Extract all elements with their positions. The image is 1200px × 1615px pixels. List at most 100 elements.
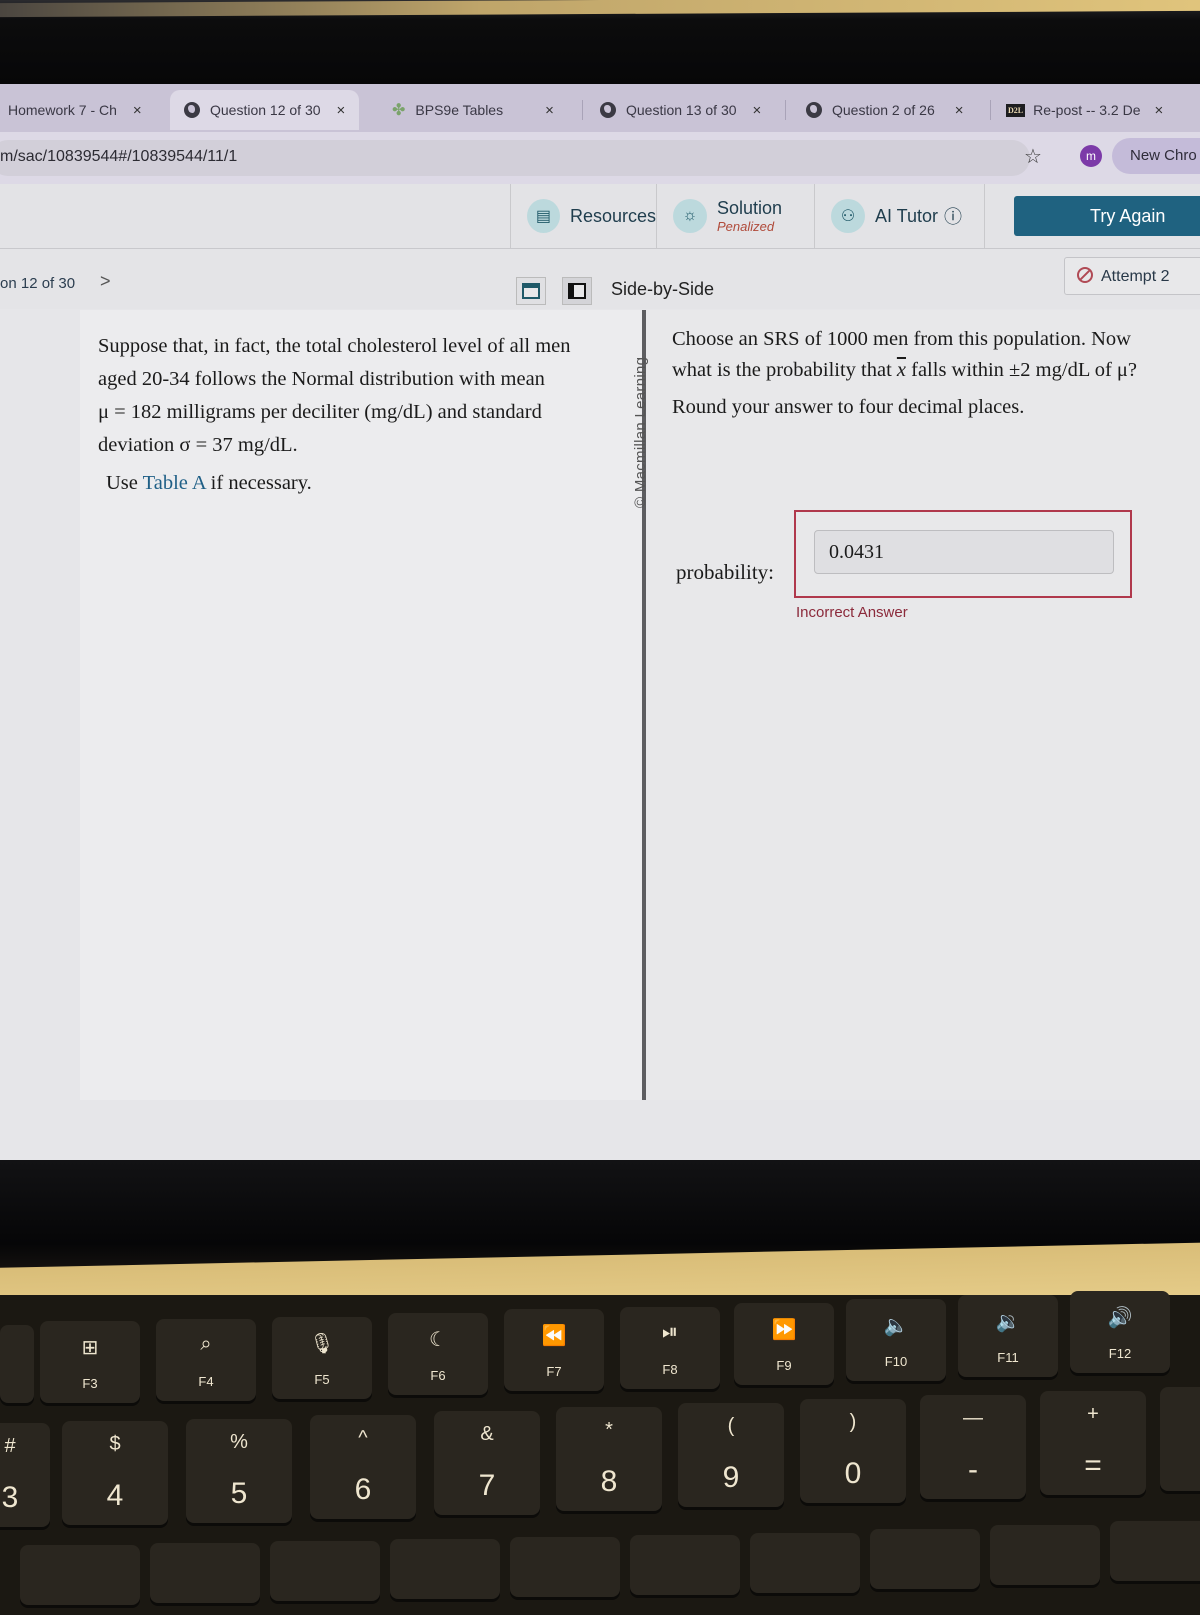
laptop-top-bezel [0, 0, 1200, 84]
key-label: % [230, 1431, 248, 1453]
lightbulb-icon: ☼ [673, 199, 707, 233]
tab-label: Question 2 of 26 [832, 102, 935, 118]
question-position: on 12 of 30 [0, 275, 76, 292]
key-f4[interactable]: ⌕ F4 [156, 1319, 256, 1401]
key-f6[interactable]: ☾ F6 [388, 1313, 488, 1395]
key-partial [630, 1535, 740, 1595]
question-part-pane: © Macmillan Learning Choose an SRS of 10… [632, 310, 1200, 1100]
key-label: F6 [430, 1368, 446, 1383]
tab-repost[interactable]: D2L Re-post -- 3.2 De × [1006, 90, 1163, 130]
key-f7[interactable]: ⏪ F7 [504, 1309, 604, 1391]
address-bar-row: m/sac/10839544#/10839544/11/1 ☆ m New Ch… [0, 132, 1200, 184]
tab-label: Question 12 of 30 [210, 102, 321, 118]
key-partial [870, 1529, 980, 1589]
stacked-view-icon [522, 283, 540, 299]
profile-avatar[interactable]: m [1080, 145, 1102, 167]
key-label: F9 [776, 1358, 792, 1373]
key-label: F12 [1108, 1346, 1132, 1361]
tab-bps9e-tables[interactable]: ✤ BPS9e Tables × [392, 90, 554, 130]
key-6[interactable]: ^ 6 [310, 1415, 416, 1519]
key-label: * [605, 1419, 613, 1441]
use-table-note: Use Table A if necessary. [106, 472, 312, 495]
background-edge [0, 0, 1200, 18]
close-tab-icon[interactable]: × [1155, 102, 1164, 119]
feedback-incorrect: Incorrect Answer [796, 604, 908, 621]
key-label: + [1087, 1403, 1099, 1425]
key-label: 4 [106, 1479, 124, 1512]
key-label: — [963, 1407, 983, 1429]
key-3[interactable]: #3 [0, 1423, 50, 1527]
view-stacked-button[interactable] [516, 277, 546, 305]
tab-question-2[interactable]: Question 2 of 26 × [806, 90, 964, 130]
close-tab-icon[interactable]: × [337, 102, 346, 119]
view-side-by-side-button[interactable] [562, 277, 592, 305]
key-f3[interactable]: ⊞ F3 [40, 1321, 140, 1403]
key-5[interactable]: % 5 [186, 1419, 292, 1523]
key-label: F10 [884, 1354, 908, 1369]
solution-label: Solution [717, 198, 783, 218]
question-stem-pane: Suppose that, in fact, the total cholest… [80, 310, 642, 1100]
volume-down-icon: 🔉 [995, 1311, 1021, 1333]
prohibited-icon [1077, 267, 1093, 283]
address-bar[interactable]: m/sac/10839544#/10839544/11/1 [0, 140, 1030, 176]
resources-button[interactable]: ▤ Resources [510, 184, 656, 248]
table-a-link[interactable]: Table A [143, 472, 206, 494]
close-tab-icon[interactable]: × [545, 102, 554, 119]
close-tab-icon[interactable]: × [955, 102, 964, 119]
new-chrome-button[interactable]: New Chro [1112, 138, 1200, 174]
key-minus[interactable]: — - [920, 1395, 1026, 1499]
ai-tutor-button[interactable]: ⚇ AI Tutor ⓘ [814, 184, 984, 248]
tab-separator [582, 100, 583, 120]
key-9[interactable]: (9 [678, 1403, 784, 1507]
tab-homework-7[interactable]: Homework 7 - Ch × [8, 90, 142, 130]
leaf-icon: ✤ [392, 102, 406, 119]
key-7[interactable]: & 7 [434, 1411, 540, 1515]
close-tab-icon[interactable]: × [753, 102, 762, 119]
close-tab-icon[interactable]: × [133, 102, 142, 119]
next-question-chevron-icon[interactable]: > [100, 271, 111, 292]
rewind-icon: ⏪ [541, 1325, 567, 1347]
tab-separator [990, 100, 991, 120]
key-partial [0, 1325, 34, 1403]
key-label: - [968, 1453, 978, 1486]
key-f9[interactable]: ⏩ F9 [734, 1303, 834, 1385]
info-icon[interactable]: ⓘ [944, 203, 962, 229]
stem-line: deviation σ = 37 mg/dL. [98, 434, 298, 456]
mute-icon: 🔈 [883, 1315, 909, 1337]
key-0[interactable]: ) 0 [800, 1399, 906, 1503]
solution-button[interactable]: ☼ Solution Penalized [656, 184, 814, 248]
key-equals[interactable]: + = [1040, 1391, 1146, 1495]
answer-label: probability: [676, 560, 774, 584]
assignment-toolbar: ▤ Resources ☼ Solution Penalized ⚇ AI Tu… [0, 184, 1200, 249]
key-label: F4 [198, 1374, 214, 1389]
key-label: 0 [844, 1457, 862, 1490]
key-8[interactable]: * 8 [556, 1407, 662, 1511]
key-partial [1110, 1521, 1200, 1581]
browser-tab-strip: Homework 7 - Ch × Question 12 of 30 × ✤ … [0, 84, 1200, 132]
key-partial [1160, 1387, 1200, 1491]
tab-label: BPS9e Tables [415, 102, 504, 118]
key-partial [270, 1541, 380, 1601]
copyright-text: © Macmillan Learning [632, 356, 649, 508]
d2l-icon: D2L [1006, 103, 1026, 117]
use-prefix: Use [106, 472, 143, 494]
key-f5[interactable]: 🎙 F5 [272, 1317, 372, 1399]
key-label: & [480, 1423, 494, 1445]
stem-line: aged 20-34 follows the Normal distributi… [98, 368, 545, 390]
key-f8[interactable]: ⏯ F8 [620, 1307, 720, 1389]
key-label: 5 [230, 1477, 248, 1510]
bookmark-star-icon[interactable]: ☆ [1024, 144, 1042, 169]
try-again-button[interactable]: Try Again [1014, 196, 1200, 236]
key-label: ) [849, 1411, 857, 1433]
probability-input[interactable]: 0.0431 [814, 530, 1114, 574]
key-partial [750, 1533, 860, 1593]
tab-question-12[interactable]: Question 12 of 30 × [170, 90, 360, 130]
key-4[interactable]: $4 [62, 1421, 168, 1525]
question-text: what is the probability that [672, 359, 897, 381]
volume-up-icon: 🔊 [1107, 1307, 1133, 1329]
key-f10[interactable]: 🔈 F10 [846, 1299, 946, 1381]
tab-question-13[interactable]: Question 13 of 30 × [600, 90, 761, 130]
url-text: m/sac/10839544#/10839544/11/1 [0, 148, 238, 165]
key-f11[interactable]: 🔉 F11 [958, 1295, 1058, 1377]
key-f12[interactable]: 🔊 F12 [1070, 1291, 1170, 1373]
